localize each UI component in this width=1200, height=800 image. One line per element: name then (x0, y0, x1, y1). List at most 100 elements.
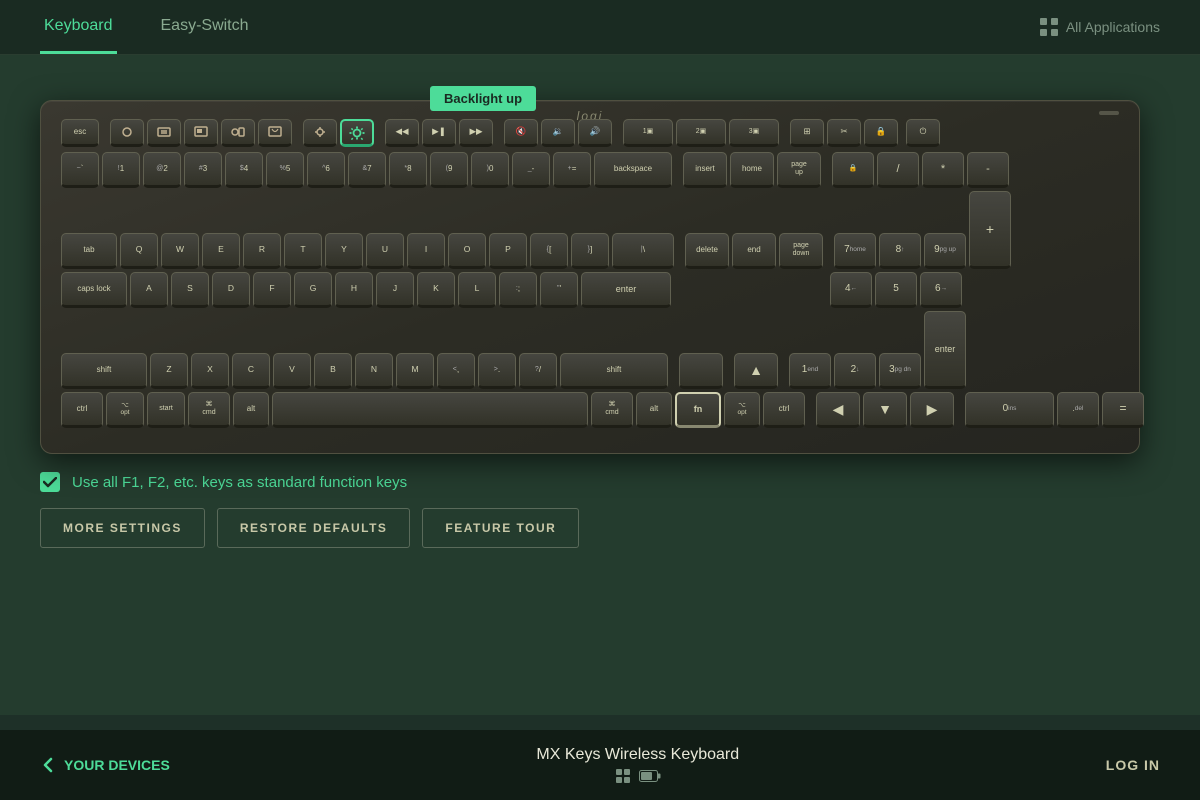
key-i[interactable]: I (407, 233, 445, 269)
key-w[interactable]: W (161, 233, 199, 269)
key-cmd-l[interactable]: ⌘cmd (188, 392, 230, 428)
key-t[interactable]: T (284, 233, 322, 269)
key-shift-l[interactable]: shift (61, 353, 147, 389)
key-caps[interactable]: caps lock (61, 272, 127, 308)
key-comma[interactable]: <, (437, 353, 475, 389)
key-arrow-up[interactable]: ▲ (734, 353, 778, 389)
numpad-5[interactable]: 5 (875, 272, 917, 308)
key-u[interactable]: U (366, 233, 404, 269)
key-screen[interactable]: ⊞ (790, 119, 824, 147)
key-easy2[interactable]: 2▣ (676, 119, 726, 147)
key-5[interactable]: %5 (266, 152, 304, 188)
key-3[interactable]: #3 (184, 152, 222, 188)
numpad-8[interactable]: 8↑ (879, 233, 921, 269)
key-rbracket[interactable]: }] (571, 233, 609, 269)
key-play[interactable]: ▶❚ (422, 119, 456, 147)
key-mute[interactable]: 🔇 (504, 119, 538, 147)
all-applications[interactable]: All Applications (1040, 18, 1160, 36)
numpad-plus[interactable]: + (969, 191, 1011, 269)
numpad-minus[interactable]: - (967, 152, 1009, 188)
key-f4[interactable] (221, 119, 255, 147)
numpad-slash[interactable]: / (877, 152, 919, 188)
key-s[interactable]: S (171, 272, 209, 308)
key-equals[interactable]: += (553, 152, 591, 188)
key-g[interactable]: G (294, 272, 332, 308)
key-insert[interactable]: insert (683, 152, 727, 188)
key-enter[interactable]: enter (581, 272, 671, 308)
key-backspace[interactable]: backspace (594, 152, 672, 188)
key-slash[interactable]: ?/ (519, 353, 557, 389)
key-r[interactable]: R (243, 233, 281, 269)
key-opt-l[interactable]: ⌥opt (106, 392, 144, 428)
key-fn[interactable]: fn (675, 392, 721, 428)
key-snip[interactable]: ✂ (827, 119, 861, 147)
key-arrow-left[interactable]: ◀ (816, 392, 860, 428)
numpad-3[interactable]: 3pg dn (879, 353, 921, 389)
standard-function-keys-checkbox[interactable] (40, 472, 60, 492)
key-j[interactable]: J (376, 272, 414, 308)
key-alt-l[interactable]: alt (233, 392, 269, 428)
key-delete[interactable]: delete (685, 233, 729, 269)
key-h[interactable]: H (335, 272, 373, 308)
key-0[interactable]: )0 (471, 152, 509, 188)
key-alt-r[interactable]: alt (636, 392, 672, 428)
numpad-lock[interactable]: 🔒 (832, 152, 874, 188)
tab-keyboard[interactable]: Keyboard (40, 0, 117, 54)
key-f1[interactable] (110, 119, 144, 147)
numpad-dot[interactable]: .del (1057, 392, 1099, 428)
key-x[interactable]: X (191, 353, 229, 389)
key-period[interactable]: >. (478, 353, 516, 389)
numpad-equals[interactable]: = (1102, 392, 1144, 428)
key-start[interactable]: start (147, 392, 185, 428)
key-b[interactable]: B (314, 353, 352, 389)
key-2[interactable]: @2 (143, 152, 181, 188)
key-8[interactable]: *8 (389, 152, 427, 188)
key-lbracket[interactable]: {[ (530, 233, 568, 269)
key-vol-up[interactable]: 🔊 (578, 119, 612, 147)
key-l[interactable]: L (458, 272, 496, 308)
key-f2[interactable] (147, 119, 181, 147)
key-m[interactable]: M (396, 353, 434, 389)
key-lock-screen[interactable]: 🔒 (864, 119, 898, 147)
numpad-7[interactable]: 7home (834, 233, 876, 269)
key-f5[interactable] (258, 119, 292, 147)
key-6[interactable]: ^6 (307, 152, 345, 188)
key-arrow-right[interactable]: ▶ (910, 392, 954, 428)
key-4[interactable]: $4 (225, 152, 263, 188)
log-in-button[interactable]: LOG IN (1106, 757, 1160, 773)
numpad-1[interactable]: 1end (789, 353, 831, 389)
key-minus[interactable]: _- (512, 152, 550, 188)
key-easy3[interactable]: 3▣ (729, 119, 779, 147)
your-devices-button[interactable]: YOUR DEVICES (40, 757, 170, 773)
tab-easyswitch[interactable]: Easy-Switch (157, 0, 253, 54)
key-f[interactable]: F (253, 272, 291, 308)
numpad-6[interactable]: 6→ (920, 272, 962, 308)
key-9[interactable]: (9 (430, 152, 468, 188)
key-a[interactable]: A (130, 272, 168, 308)
numpad-9[interactable]: 9pg up (924, 233, 966, 269)
numpad-2[interactable]: 2↓ (834, 353, 876, 389)
key-1[interactable]: !1 (102, 152, 140, 188)
key-backslash[interactable]: |\ (612, 233, 674, 269)
key-n[interactable]: N (355, 353, 393, 389)
key-semicolon[interactable]: :; (499, 272, 537, 308)
key-o[interactable]: O (448, 233, 486, 269)
key-7[interactable]: &7 (348, 152, 386, 188)
key-c[interactable]: C (232, 353, 270, 389)
key-e[interactable]: E (202, 233, 240, 269)
key-k[interactable]: K (417, 272, 455, 308)
key-power[interactable]: ⏻ (906, 119, 940, 147)
key-shift-r[interactable]: shift (560, 353, 668, 389)
key-prev[interactable]: ◀◀ (385, 119, 419, 147)
key-page-up[interactable]: pageup (777, 152, 821, 188)
feature-tour-button[interactable]: FEATURE TOUR (422, 508, 579, 548)
key-f6[interactable] (303, 119, 337, 147)
key-esc[interactable]: esc (61, 119, 99, 147)
restore-defaults-button[interactable]: RESTORE DEFAULTS (217, 508, 411, 548)
key-vol-down[interactable]: 🔉 (541, 119, 575, 147)
key-tilde[interactable]: ~` (61, 152, 99, 188)
key-unknown-r[interactable] (679, 353, 723, 389)
key-end[interactable]: end (732, 233, 776, 269)
key-page-down[interactable]: pagedown (779, 233, 823, 269)
key-f7-backlight-up[interactable] (340, 119, 374, 147)
